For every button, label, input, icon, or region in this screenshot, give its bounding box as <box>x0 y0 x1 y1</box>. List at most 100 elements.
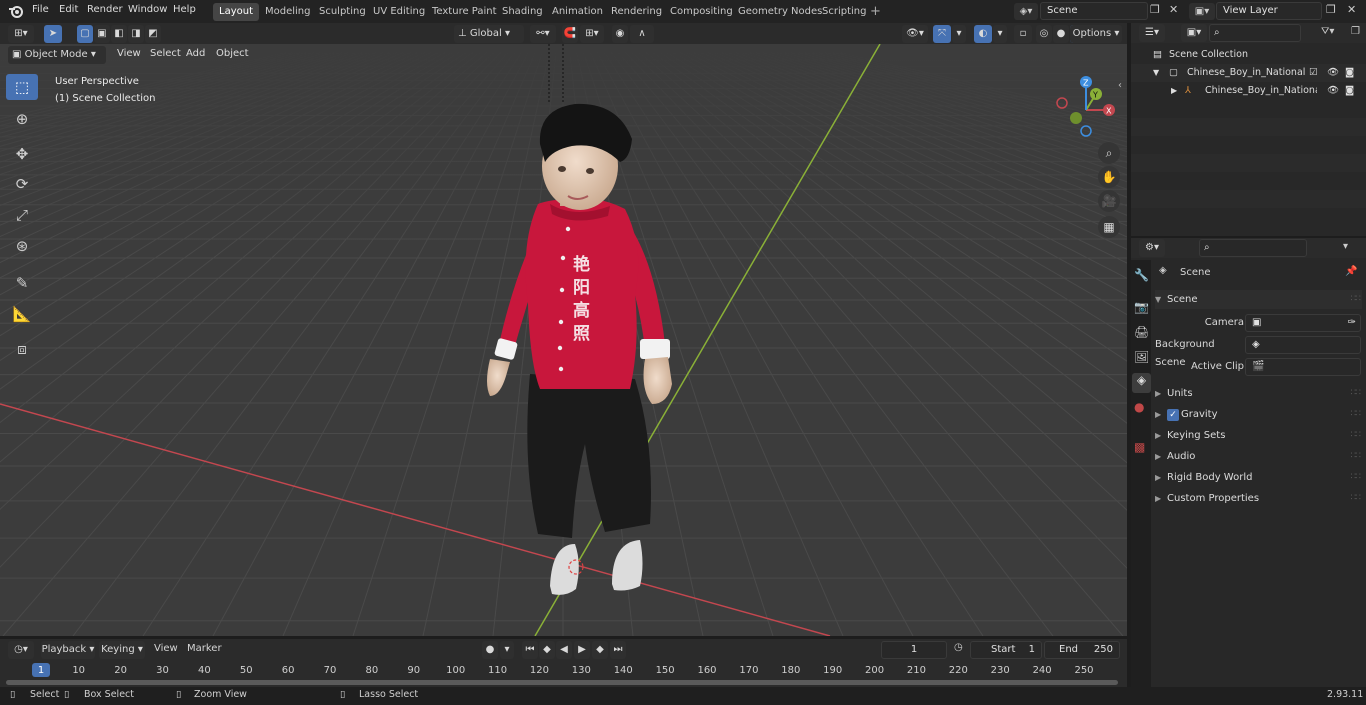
properties-search-field[interactable]: ⌕ <box>1199 239 1307 257</box>
scale-tool-icon[interactable]: ⤢ <box>6 202 38 228</box>
tab-geometry-nodes[interactable]: Geometry Nodes <box>732 3 828 21</box>
close-view-layer-icon[interactable]: ✕ <box>1347 3 1356 16</box>
close-scene-icon[interactable]: ✕ <box>1169 3 1178 16</box>
blender-logo-icon[interactable] <box>8 3 24 19</box>
start-frame-field[interactable]: Start 1 <box>970 641 1042 659</box>
menu-help[interactable]: Help <box>173 4 196 15</box>
annotate-tool-icon[interactable]: ✎ <box>6 270 38 296</box>
visibility-filter-icon[interactable]: 👁▾ <box>902 25 928 43</box>
keying-menu[interactable]: Keying ▾ <box>99 641 145 659</box>
shading-solid-icon[interactable]: ● <box>1053 25 1069 43</box>
mode-dropdown[interactable]: ▣ Object Mode ▾ <box>8 46 106 64</box>
outliner-editor-type-icon[interactable]: ☰▾ <box>1139 24 1165 42</box>
select-tool-mode-icon[interactable]: ➤ <box>44 25 62 43</box>
scene-name-field[interactable]: Scene <box>1040 2 1148 20</box>
new-scene-icon[interactable]: ❐ <box>1150 3 1160 16</box>
tab-animation[interactable]: Animation <box>546 3 609 21</box>
active-clip-field[interactable]: 🎬 <box>1245 358 1361 376</box>
texture-tab-icon[interactable]: ▩ <box>1134 440 1145 454</box>
next-keyframe-icon[interactable]: ◆ <box>592 641 608 659</box>
eyedropper-icon[interactable]: ✑ <box>1348 315 1356 331</box>
menu-window[interactable]: Window <box>128 4 167 15</box>
ortho-toggle-icon[interactable]: ▦ <box>1098 216 1120 238</box>
move-tool-icon[interactable]: ✥ <box>6 141 38 167</box>
timeline-scrollbar[interactable] <box>6 680 1118 685</box>
play-reverse-icon[interactable]: ◀ <box>556 641 572 659</box>
jump-end-icon[interactable]: ⏭ <box>610 641 626 659</box>
chevron-down-icon[interactable]: ▾ <box>1343 241 1348 252</box>
view-layer-type-icon[interactable]: ▣▾ <box>1189 3 1215 20</box>
select-mode-intersect-icon[interactable]: ◩ <box>145 25 161 43</box>
units-section[interactable]: ▶ Units ∷∷ <box>1155 384 1362 403</box>
drag-handle-icon[interactable]: ∷∷ <box>1351 384 1362 403</box>
options-dropdown[interactable]: Options ▾ <box>1070 25 1122 43</box>
jump-start-icon[interactable]: ⏮ <box>522 641 538 659</box>
prev-keyframe-icon[interactable]: ◆ <box>539 641 555 659</box>
tab-compositing[interactable]: Compositing <box>664 3 739 21</box>
expand-arrow-icon[interactable]: ▶ <box>1171 82 1177 100</box>
scene-panel-header[interactable]: ▼ Scene ∷∷ <box>1155 290 1362 309</box>
drag-handle-icon[interactable]: ∷∷ <box>1351 468 1362 487</box>
overlay-dropdown-icon[interactable]: ▾ <box>993 25 1007 43</box>
timeline-view-menu[interactable]: View <box>154 643 178 654</box>
menu-file[interactable]: File <box>32 4 49 15</box>
xray-toggle-icon[interactable]: ▫ <box>1014 25 1032 43</box>
object-menu[interactable]: Object <box>216 48 249 59</box>
camera-render-icon[interactable]: ◙ <box>1345 82 1354 100</box>
outliner-row-scene-collection[interactable]: ▤ Scene Collection <box>1131 46 1366 64</box>
filter-icon[interactable]: ⛛▾ <box>1321 26 1334 37</box>
editor-type-icon[interactable]: ⊞▾ <box>8 25 34 43</box>
marker-menu[interactable]: Marker <box>187 643 222 654</box>
snap-toggle-icon[interactable]: 🧲 <box>562 25 578 43</box>
play-icon[interactable]: ▶ <box>574 641 590 659</box>
select-menu[interactable]: Select <box>150 48 181 59</box>
background-scene-field[interactable]: ◈ <box>1245 336 1361 354</box>
navigation-gizmo[interactable]: X Y Z <box>1052 76 1122 140</box>
preview-range-icon[interactable]: ◷ <box>954 642 963 653</box>
tab-texture-paint[interactable]: Texture Paint <box>426 3 503 21</box>
rigid-body-world-section[interactable]: ▶ Rigid Body World ∷∷ <box>1155 468 1362 487</box>
camera-render-icon[interactable]: ◙ <box>1345 64 1354 82</box>
camera-field[interactable]: ▣ ✑ <box>1245 314 1361 332</box>
snap-target-icon[interactable]: ⊞▾ <box>580 25 604 43</box>
overlay-toggle-icon[interactable]: ◐ <box>974 25 992 43</box>
playback-menu[interactable]: Playback ▾ <box>41 641 95 659</box>
world-tab-icon[interactable]: ● <box>1134 400 1144 414</box>
end-frame-field[interactable]: End 250 <box>1044 641 1120 659</box>
auto-key-dropdown-icon[interactable]: ▾ <box>500 641 514 659</box>
gravity-checkbox[interactable]: ✓ <box>1167 409 1179 421</box>
select-box-tool-icon[interactable]: ⬚ <box>6 74 38 100</box>
add-cube-tool-icon[interactable]: ⧈ <box>6 336 38 362</box>
output-tab-icon[interactable]: 🖨 <box>1134 325 1149 339</box>
shading-wireframe-icon[interactable]: ◎ <box>1036 25 1052 43</box>
drag-handle-icon[interactable]: ∷∷ <box>1351 426 1362 445</box>
sidebar-toggle-icon[interactable]: ‹ <box>1118 80 1122 91</box>
proportional-edit-icon[interactable]: ◉ <box>612 25 628 43</box>
falloff-icon[interactable]: ∧ <box>630 25 654 43</box>
current-frame-field[interactable]: 1 <box>881 641 947 659</box>
3d-viewport[interactable]: 艳阳高照 User Perspective (1) Scene Collecti… <box>0 44 1127 636</box>
select-mode-extend-icon[interactable]: ▣ <box>94 25 110 43</box>
display-mode-icon[interactable]: ▣▾ <box>1181 24 1207 42</box>
select-mode-subtract-icon[interactable]: ◧ <box>111 25 127 43</box>
tab-rendering[interactable]: Rendering <box>605 3 668 21</box>
gizmo-toggle-icon[interactable]: ⤧ <box>933 25 951 43</box>
scene-tab-icon[interactable]: ◈ <box>1132 373 1151 393</box>
eye-icon[interactable]: 👁 <box>1327 82 1339 100</box>
pivot-point-icon[interactable]: ⚯▾ <box>530 25 556 43</box>
tab-shading[interactable]: Shading <box>496 3 549 21</box>
tab-layout[interactable]: Layout <box>213 3 259 21</box>
drag-handle-icon[interactable]: ∷∷ <box>1351 489 1362 508</box>
cursor-tool-icon[interactable]: ⊕ <box>6 106 38 132</box>
drag-handle-icon[interactable]: ∷∷ <box>1351 290 1362 309</box>
pan-view-icon[interactable]: ✋ <box>1098 166 1120 188</box>
tab-sculpting[interactable]: Sculpting <box>313 3 372 21</box>
new-collection-icon[interactable]: ❐ <box>1351 26 1360 37</box>
tab-modeling[interactable]: Modeling <box>259 3 317 21</box>
select-mode-new-icon[interactable]: ▢ <box>77 25 93 43</box>
render-tab-icon[interactable]: 📷 <box>1134 300 1149 314</box>
menu-render[interactable]: Render <box>87 4 123 15</box>
measure-tool-icon[interactable]: 📐 <box>6 301 38 327</box>
outliner-row-object[interactable]: ▶ ⅄ Chinese_Boy_in_Nationa 👁 ◙ <box>1131 82 1366 100</box>
exclude-checkbox-icon[interactable]: ☑ <box>1309 64 1318 82</box>
